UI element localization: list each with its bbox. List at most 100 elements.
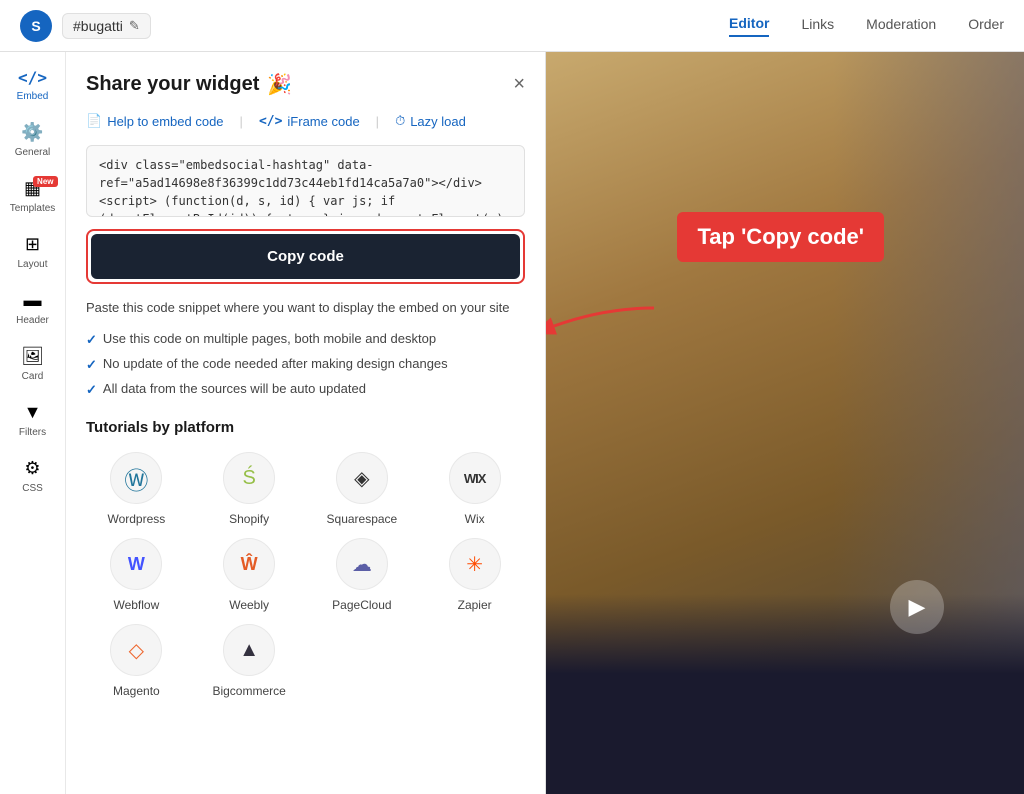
- sidebar-label-embed: Embed: [17, 91, 49, 102]
- weebly-label: Weebly: [229, 598, 269, 612]
- checklist-item-1: ✓ Use this code on multiple pages, both …: [86, 330, 525, 349]
- tab-iframe-label: iFrame code: [287, 114, 359, 129]
- close-button[interactable]: ×: [513, 73, 525, 96]
- weebly-icon: Ŵ: [223, 538, 275, 590]
- platform-webflow[interactable]: W Webflow: [86, 538, 187, 612]
- platform-bigcommerce[interactable]: ▲ Bigcommerce: [199, 624, 300, 698]
- title-emoji: 🎉: [267, 72, 292, 97]
- magento-icon: ◇: [110, 624, 162, 676]
- checklist: ✓ Use this code on multiple pages, both …: [86, 330, 525, 400]
- sidebar-item-embed[interactable]: </> Embed: [4, 60, 62, 110]
- nav-moderation[interactable]: Moderation: [866, 16, 936, 36]
- hashtag-text: #bugatti: [73, 18, 123, 34]
- wix-label: Wix: [465, 512, 485, 526]
- info-text: Paste this code snippet where you want t…: [86, 298, 525, 318]
- sidebar-item-layout[interactable]: ⊞ Layout: [4, 226, 62, 278]
- dialog-header: Share your widget 🎉 ×: [86, 72, 525, 97]
- wix-icon: WIX: [449, 452, 501, 504]
- lazy-icon: ⏱: [395, 113, 405, 129]
- platform-squarespace[interactable]: ◈ Squarespace: [312, 452, 413, 526]
- embed-icon: </>: [18, 68, 47, 87]
- platform-shopify[interactable]: Ś Shopify: [199, 452, 300, 526]
- platforms-grid: Ⓦ Wordpress Ś Shopify ◈ Squarespace WIX …: [86, 452, 525, 698]
- sidebar-label-header: Header: [16, 315, 49, 326]
- webflow-icon: W: [110, 538, 162, 590]
- platform-pagecloud[interactable]: ☁ PageCloud: [312, 538, 413, 612]
- iframe-icon: </>: [259, 114, 282, 129]
- arrow-indicator: [546, 298, 664, 353]
- copy-code-button[interactable]: Copy code: [91, 234, 520, 279]
- share-widget-panel: Share your widget 🎉 × 📄 Help to embed co…: [66, 52, 546, 794]
- magento-label: Magento: [113, 684, 160, 698]
- pagecloud-icon: ☁: [336, 538, 388, 590]
- zapier-label: Zapier: [458, 598, 492, 612]
- shopify-label: Shopify: [229, 512, 269, 526]
- general-icon: ⚙️: [21, 122, 43, 143]
- logo-button[interactable]: S: [20, 10, 52, 42]
- squarespace-icon: ◈: [336, 452, 388, 504]
- sidebar-item-general[interactable]: ⚙️ General: [4, 114, 62, 166]
- tab-help-label: Help to embed code: [107, 114, 223, 129]
- bigcommerce-label: Bigcommerce: [212, 684, 285, 698]
- check-icon-2: ✓: [86, 356, 97, 374]
- sidebar: </> Embed ⚙️ General New ▦ Templates ⊞ L…: [0, 52, 66, 794]
- checklist-item-2: ✓ No update of the code needed after mak…: [86, 355, 525, 374]
- main-layout: </> Embed ⚙️ General New ▦ Templates ⊞ L…: [0, 52, 1024, 794]
- checklist-item-3: ✓ All data from the sources will be auto…: [86, 380, 525, 399]
- header-icon: ▬: [24, 290, 42, 311]
- car-overlay: [546, 594, 1024, 794]
- edit-icon[interactable]: ✎: [129, 18, 140, 34]
- shopify-icon: Ś: [223, 452, 275, 504]
- sidebar-item-templates[interactable]: New ▦ Templates: [4, 170, 62, 222]
- tabs-row: 📄 Help to embed code | </> iFrame code |…: [86, 113, 525, 129]
- nav-links[interactable]: Links: [801, 16, 834, 36]
- help-doc-icon: 📄: [86, 113, 102, 129]
- platform-weebly[interactable]: Ŵ Weebly: [199, 538, 300, 612]
- layout-icon: ⊞: [25, 234, 40, 255]
- sidebar-label-general: General: [15, 147, 51, 158]
- tab-lazy[interactable]: ⏱ Lazy load: [395, 113, 466, 129]
- css-icon: ⚙: [24, 458, 40, 479]
- platform-wordpress[interactable]: Ⓦ Wordpress: [86, 452, 187, 526]
- platform-zapier[interactable]: ✳ Zapier: [424, 538, 525, 612]
- tab-divider-1: |: [240, 114, 243, 129]
- sidebar-label-css: CSS: [22, 483, 43, 494]
- filters-icon: ▼: [24, 402, 42, 423]
- platform-wix[interactable]: WIX Wix: [424, 452, 525, 526]
- sidebar-item-css[interactable]: ⚙ CSS: [4, 450, 62, 502]
- tab-iframe[interactable]: </> iFrame code: [259, 114, 360, 129]
- code-snippet-text: <div class="embedsocial-hashtag" data-re…: [99, 158, 511, 217]
- card-icon: 🖼: [21, 346, 44, 367]
- bigcommerce-icon: ▲: [223, 624, 275, 676]
- sidebar-item-card[interactable]: 🖼 Card: [4, 338, 62, 390]
- sidebar-item-filters[interactable]: ▼ Filters: [4, 394, 62, 446]
- wordpress-icon: Ⓦ: [110, 452, 162, 504]
- tab-help[interactable]: 📄 Help to embed code: [86, 113, 224, 129]
- check-icon-1: ✓: [86, 331, 97, 349]
- top-navigation: S #bugatti ✎ Editor Links Moderation Ord…: [0, 0, 1024, 52]
- sidebar-label-templates: Templates: [10, 203, 56, 214]
- hashtag-pill[interactable]: #bugatti ✎: [62, 13, 151, 39]
- new-badge: New: [33, 176, 57, 187]
- sidebar-label-card: Card: [22, 371, 44, 382]
- tutorials-title: Tutorials by platform: [86, 419, 525, 436]
- platform-magento[interactable]: ◇ Magento: [86, 624, 187, 698]
- nav-order[interactable]: Order: [968, 16, 1004, 36]
- dialog-title: Share your widget 🎉: [86, 72, 292, 97]
- tap-copy-label: Tap 'Copy code': [677, 212, 884, 262]
- play-button[interactable]: ▶: [890, 580, 944, 634]
- sidebar-label-layout: Layout: [17, 259, 47, 270]
- tab-lazy-label: Lazy load: [410, 114, 466, 129]
- nav-editor[interactable]: Editor: [729, 15, 769, 37]
- squarespace-label: Squarespace: [327, 512, 398, 526]
- wordpress-label: Wordpress: [107, 512, 165, 526]
- check-icon-3: ✓: [86, 381, 97, 399]
- code-snippet-box[interactable]: <div class="embedsocial-hashtag" data-re…: [86, 145, 525, 217]
- pagecloud-label: PageCloud: [332, 598, 391, 612]
- nav-right: Editor Links Moderation Order: [729, 15, 1004, 37]
- copy-button-wrapper: Copy code: [86, 229, 525, 284]
- nav-left: S #bugatti ✎: [20, 10, 151, 42]
- sidebar-label-filters: Filters: [19, 427, 46, 438]
- sidebar-item-header[interactable]: ▬ Header: [4, 282, 62, 334]
- zapier-icon: ✳: [449, 538, 501, 590]
